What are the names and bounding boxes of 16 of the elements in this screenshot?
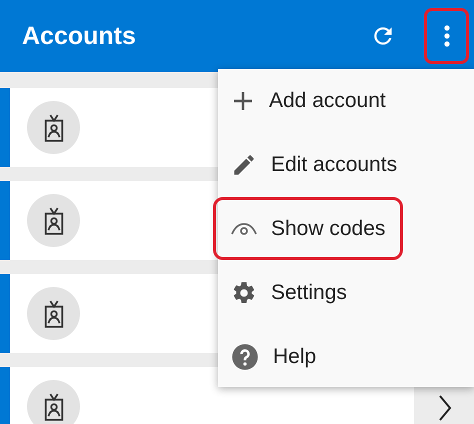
menu-item[interactable]: Help xyxy=(213,325,403,388)
menu-item[interactable]: Edit accounts xyxy=(213,133,403,196)
more-icon xyxy=(444,25,450,47)
menu-item[interactable]: Add account xyxy=(213,69,403,132)
id-badge-icon xyxy=(42,206,64,236)
id-badge-icon xyxy=(42,298,64,328)
help-icon xyxy=(231,342,259,370)
eye-icon xyxy=(231,220,257,236)
id-badge-icon xyxy=(42,392,64,422)
settings-icon xyxy=(231,280,257,306)
more-options-button[interactable] xyxy=(424,8,469,64)
menu-item[interactable]: Settings xyxy=(213,261,403,324)
id-badge-icon xyxy=(42,112,64,142)
chevron-right-icon[interactable] xyxy=(438,395,452,421)
menu-item[interactable]: Show codes xyxy=(213,197,403,260)
app-title: Accounts xyxy=(22,22,137,50)
